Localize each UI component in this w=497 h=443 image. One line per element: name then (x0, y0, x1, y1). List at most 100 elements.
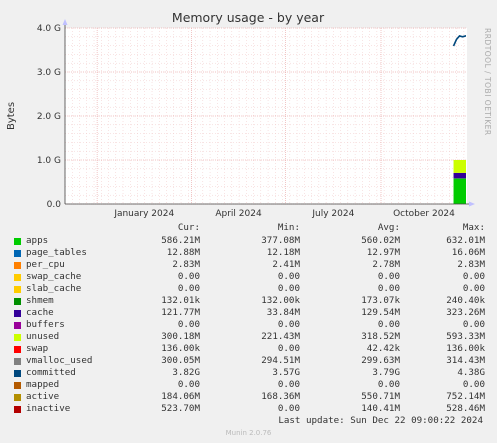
legend-max: 314.43M (446, 355, 485, 366)
legend-max: 4.38G (457, 367, 485, 378)
legend-swatch (14, 249, 21, 257)
legend-swatch (14, 297, 21, 305)
legend-name: mapped (26, 379, 60, 390)
legend-min: 2.41M (272, 259, 300, 270)
header-max: Max: (462, 222, 485, 233)
legend-swatch (14, 237, 21, 245)
legend-name: active (26, 391, 60, 402)
legend-cur: 12.88M (166, 247, 200, 258)
legend-cur: 3.82G (172, 367, 200, 378)
legend-cur: 0.00 (177, 271, 200, 282)
y-tick-label: 3.0 G (37, 68, 61, 78)
legend-name: per_cpu (26, 259, 65, 270)
legend-max: 0.00 (462, 319, 485, 330)
legend-cur: 523.70M (161, 403, 200, 414)
legend-cur: 2.83M (172, 259, 200, 270)
legend-name: swap_cache (26, 271, 82, 282)
legend-row-swap: swap 136.00k 0.00 42.42k 136.00k (0, 343, 497, 355)
legend-max: 593.33M (446, 331, 485, 342)
y-axis-label: Bytes (6, 102, 17, 130)
last-update: Last update: Sun Dec 22 09:00:22 2024 (278, 415, 483, 426)
legend-avg: 2.78M (372, 259, 400, 270)
chart-title: Memory usage - by year (172, 10, 325, 25)
legend-row-committed: committed 3.82G 3.57G 3.79G 4.38G (0, 367, 497, 379)
area-apps (453, 178, 466, 204)
legend-max: 136.00k (446, 343, 485, 354)
legend-avg: 0.00 (377, 271, 400, 282)
y-tick-label: 1.0 G (37, 156, 61, 166)
header-cur: Cur: (177, 222, 200, 233)
legend-min: 132.00k (261, 295, 300, 306)
legend-avg: 140.41M (361, 403, 400, 414)
legend-header: Cur: Min: Avg: Max: (0, 222, 497, 234)
legend-row-shmem: shmem 132.01k 132.00k 173.07k 240.40k (0, 295, 497, 307)
legend-min: 221.43M (261, 331, 300, 342)
legend-avg: 3.79G (372, 367, 400, 378)
y-tick-label: 0.0 (47, 200, 62, 210)
legend-avg: 42.42k (366, 343, 400, 354)
legend-cur: 300.18M (161, 331, 200, 342)
legend-row-swap_cache: swap_cache 0.00 0.00 0.00 0.00 (0, 271, 497, 283)
legend-max: 240.40k (446, 295, 485, 306)
legend-avg: 550.71M (361, 391, 400, 402)
y-tick-label: 4.0 G (37, 24, 61, 34)
legend-swatch (14, 393, 21, 401)
legend-cur: 132.01k (161, 295, 200, 306)
legend-max: 2.83M (457, 259, 485, 270)
legend-cur: 0.00 (177, 319, 200, 330)
x-ticks: January 2024 April 2024 July 2024 October 2… (113, 209, 455, 219)
legend-avg: 173.07k (361, 295, 400, 306)
legend-min: 3.57G (272, 367, 300, 378)
legend-max: 0.00 (462, 283, 485, 294)
y-ticks: 0.0 1.0 G 2.0 G 3.0 G 4.0 G (37, 24, 61, 210)
legend-cur: 136.00k (161, 343, 200, 354)
legend-max: 632.01M (446, 235, 485, 246)
legend-avg: 299.63M (361, 355, 400, 366)
legend-max: 0.00 (462, 379, 485, 390)
legend-name: shmem (26, 295, 54, 306)
legend-swatch (14, 285, 21, 293)
x-tick-label: October 2024 (393, 209, 455, 219)
legend-min: 0.00 (277, 271, 300, 282)
legend-avg: 0.00 (377, 379, 400, 390)
legend-avg: 0.00 (377, 319, 400, 330)
legend-cur: 121.77M (161, 307, 200, 318)
legend-min: 33.84M (266, 307, 300, 318)
x-axis-arrow (469, 201, 475, 207)
legend-max: 752.14M (446, 391, 485, 402)
legend-name: buffers (26, 319, 65, 330)
legend-cur: 300.05M (161, 355, 200, 366)
y-axis-arrow (62, 19, 68, 25)
legend-row-inactive: inactive 523.70M 0.00 140.41M 528.46M (0, 403, 497, 415)
legend-min: 294.51M (261, 355, 300, 366)
legend-row-cache: cache 121.77M 33.84M 129.54M 323.26M (0, 307, 497, 319)
legend-min: 0.00 (277, 403, 300, 414)
legend-min: 0.00 (277, 379, 300, 390)
x-tick-label: July 2024 (311, 209, 354, 219)
legend-swatch (14, 321, 21, 329)
legend-name: swap (26, 343, 49, 354)
munin-version: Munin 2.0.76 (225, 429, 272, 437)
legend-row-mapped: mapped 0.00 0.00 0.00 0.00 (0, 379, 497, 391)
legend-name: slab_cache (26, 283, 82, 294)
legend-swatch (14, 261, 21, 269)
legend-name: inactive (26, 403, 71, 414)
legend-avg: 12.97M (366, 247, 400, 258)
legend-row-unused: unused 300.18M 221.43M 318.52M 593.33M (0, 331, 497, 343)
header-min: Min: (277, 222, 300, 233)
legend-row-active: active 184.06M 168.36M 550.71M 752.14M (0, 391, 497, 403)
legend-min: 168.36M (261, 391, 300, 402)
legend-swatch (14, 369, 21, 377)
legend-row-page_tables: page_tables 12.88M 12.18M 12.97M 16.06M (0, 247, 497, 259)
rrdtool-credit: RRDTOOL / TOBI OETIKER (483, 28, 492, 136)
area-unused (453, 160, 466, 173)
legend-name: unused (26, 331, 60, 342)
legend-row-per_cpu: per_cpu 2.83M 2.41M 2.78M 2.83M (0, 259, 497, 271)
legend-max: 528.46M (446, 403, 485, 414)
legend-cur: 0.00 (177, 379, 200, 390)
legend-swatch (14, 333, 21, 341)
legend-row-slab_cache: slab_cache 0.00 0.00 0.00 0.00 (0, 283, 497, 295)
legend-max: 0.00 (462, 271, 485, 282)
legend-min: 12.18M (266, 247, 300, 258)
legend-name: vmalloc_used (26, 355, 93, 366)
